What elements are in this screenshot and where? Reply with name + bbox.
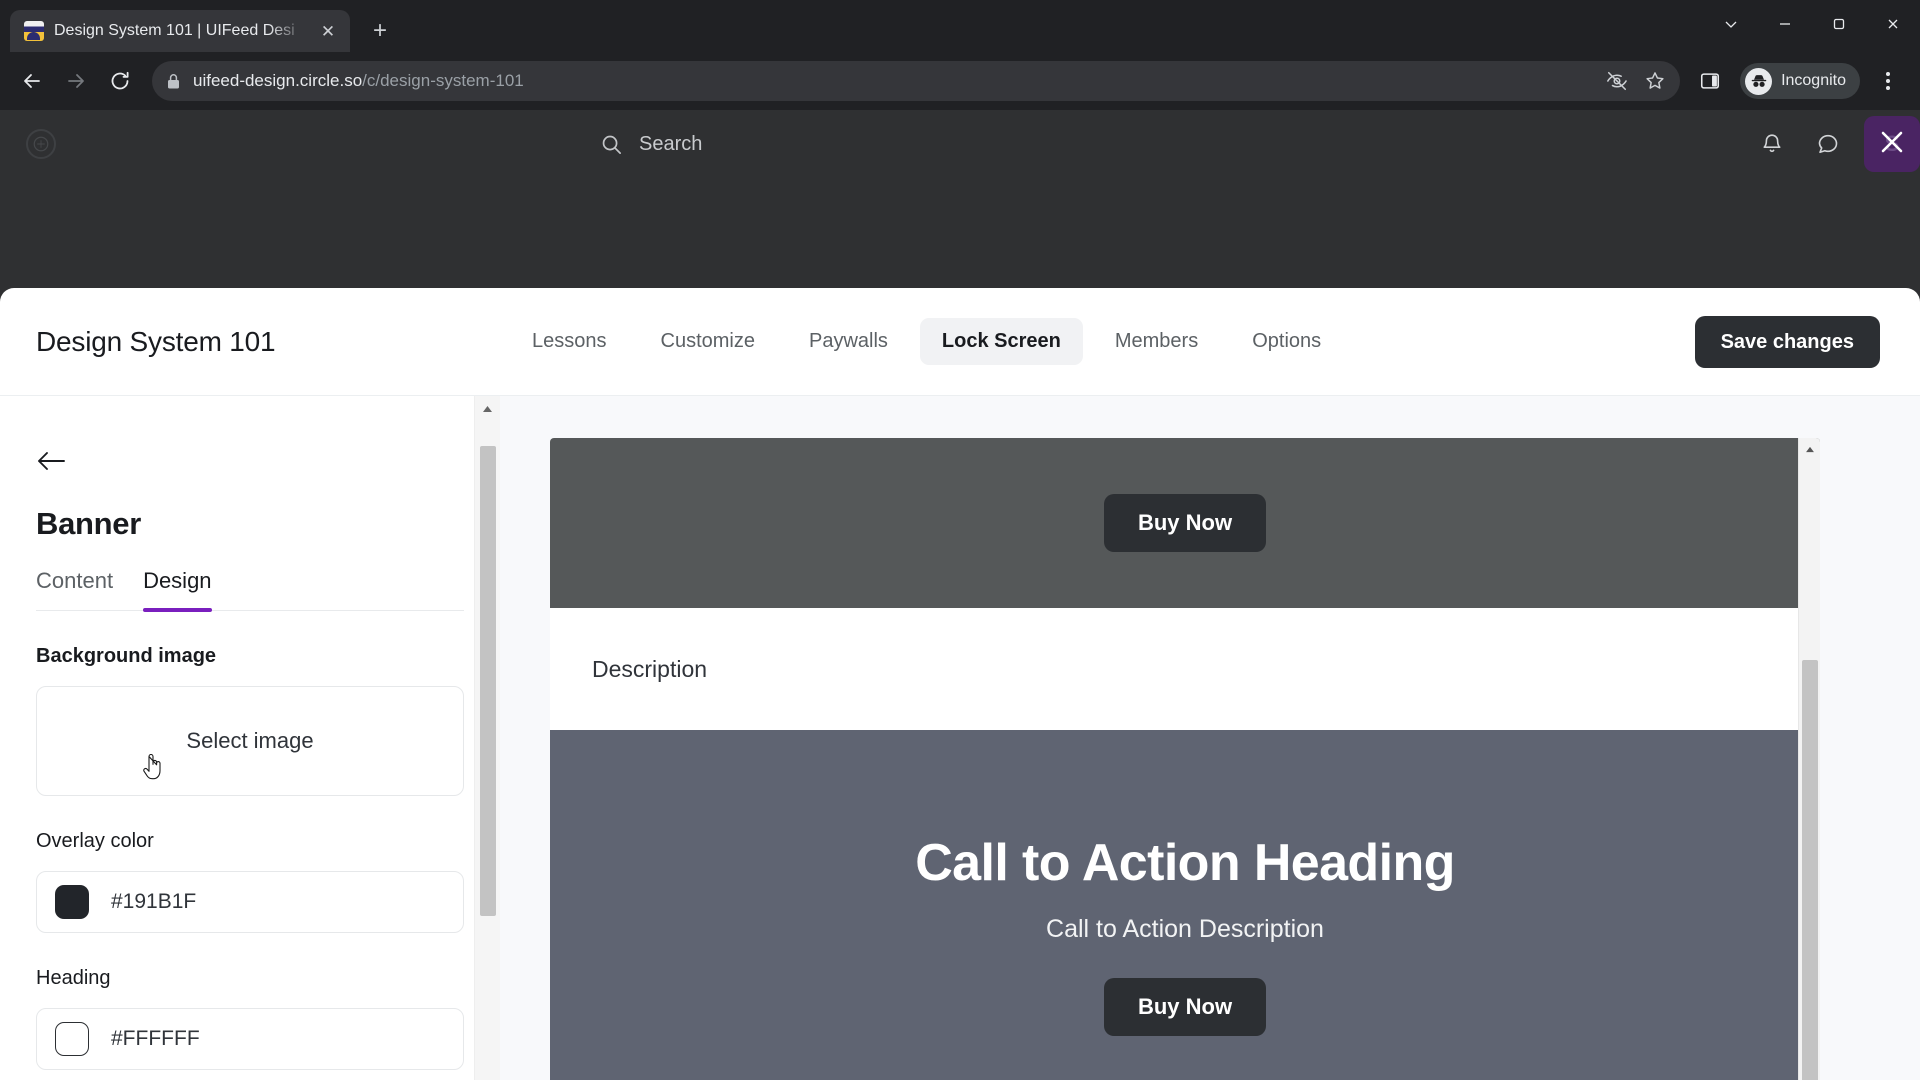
incognito-hat-icon: [1745, 67, 1773, 95]
banner-editor-panel: Banner Content Design Background image S…: [0, 396, 500, 1080]
back-arrow-icon[interactable]: [12, 61, 52, 101]
editor-scroll-thumb[interactable]: [479, 446, 496, 916]
profile-label: Incognito: [1781, 72, 1846, 89]
editor-tabs: Content Design: [36, 568, 464, 612]
forward-arrow-icon: [56, 61, 96, 101]
close-tab-icon[interactable]: ✕: [316, 19, 340, 43]
lock-icon: [166, 73, 181, 90]
preview-cta-buy-button[interactable]: Buy Now: [1103, 977, 1267, 1036]
preview-cta-heading: Call to Action Heading: [915, 833, 1455, 892]
save-changes-button[interactable]: Save changes: [1694, 315, 1880, 368]
omnibox-actions: [1606, 70, 1666, 92]
heading-color-label: Heading: [36, 967, 111, 989]
side-panel-icon[interactable]: [1690, 61, 1730, 101]
chevron-down-icon[interactable]: [1704, 0, 1758, 48]
preview-banner-band: Buy Now: [550, 438, 1820, 608]
select-image-button[interactable]: Select image: [36, 686, 464, 796]
tab-members[interactable]: Members: [1093, 318, 1220, 365]
browser-window: Design System 101 | UIFeed Desi ✕ + uife…: [0, 0, 1920, 1080]
tab-options[interactable]: Options: [1230, 318, 1343, 365]
tab-paywalls[interactable]: Paywalls: [787, 318, 910, 365]
back-arrow-icon[interactable]: [36, 444, 70, 478]
url-domain: uifeed-design.circle.so: [193, 71, 363, 90]
editor-tab-design[interactable]: Design: [143, 568, 213, 612]
preview-banner-buy-button[interactable]: Buy Now: [1103, 494, 1267, 552]
circle-community-logo-icon[interactable]: [26, 129, 56, 159]
heading-color-value: #FFFFFF: [111, 1027, 200, 1050]
page-title: Design System 101: [36, 325, 276, 357]
browser-tab[interactable]: Design System 101 | UIFeed Desi ✕: [10, 10, 350, 52]
minimize-icon[interactable]: [1758, 0, 1812, 48]
third-party-cookie-blocked-icon[interactable]: [1606, 70, 1628, 92]
three-dot-menu-icon[interactable]: [1868, 61, 1908, 101]
community-header: Search S: [0, 110, 1920, 178]
browser-toolbar: uifeed-design.circle.so/c/design-system-…: [0, 52, 1920, 110]
maximize-icon[interactable]: [1812, 0, 1866, 48]
background-image-label: Background image: [36, 645, 217, 667]
editor-tab-content[interactable]: Content: [36, 568, 113, 610]
url-text: uifeed-design.circle.so/c/design-system-…: [193, 71, 524, 91]
overlay-color-swatch[interactable]: [55, 885, 89, 919]
preview-cta-band: Call to Action Heading Call to Action De…: [550, 730, 1820, 1080]
editor-scroll-track[interactable]: [475, 422, 501, 1080]
course-header: Design System 101 Lessons Customize Payw…: [0, 288, 1920, 396]
preview-description-section: Description: [550, 608, 1820, 730]
search-placeholder: Search: [639, 132, 703, 155]
lock-screen-preview: Buy Now Description Call to Action Headi…: [500, 396, 1920, 1080]
tab-title: Design System 101 | UIFeed Desi: [54, 22, 295, 39]
site-favicon: [24, 21, 44, 41]
overlay-color-label: Overlay color: [36, 830, 154, 852]
overlay-color-field[interactable]: #191B1F: [36, 871, 464, 933]
preview-cta-description: Call to Action Description: [1046, 914, 1324, 943]
tab-customize[interactable]: Customize: [639, 318, 777, 365]
sheet-body: Banner Content Design Background image S…: [0, 396, 1920, 1080]
page-viewport: Search S Design System 101 Lessons Custo…: [0, 110, 1920, 1080]
tab-lock-screen[interactable]: Lock Screen: [919, 318, 1083, 365]
tab-lessons[interactable]: Lessons: [510, 318, 629, 365]
search-icon: [600, 133, 623, 156]
close-icon[interactable]: [1866, 0, 1920, 48]
close-x-icon[interactable]: [1876, 126, 1908, 163]
course-tabs: Lessons Customize Paywalls Lock Screen M…: [510, 318, 1343, 365]
scroll-up-arrow-icon[interactable]: [475, 396, 501, 422]
preview-scroll-thumb[interactable]: [1801, 660, 1818, 1080]
bell-icon[interactable]: [1752, 124, 1792, 164]
heading-color-swatch[interactable]: [55, 1022, 89, 1056]
url-path: /c/design-system-101: [362, 71, 524, 90]
profile-chip[interactable]: Incognito: [1740, 63, 1860, 99]
preview-description-text: Description: [592, 655, 708, 682]
address-bar[interactable]: uifeed-design.circle.so/c/design-system-…: [152, 61, 1681, 101]
preview-card: Buy Now Description Call to Action Headi…: [550, 438, 1820, 1080]
preview-scrollbar[interactable]: [1798, 438, 1820, 1080]
course-settings-sheet: Design System 101 Lessons Customize Payw…: [0, 288, 1920, 1080]
scroll-up-arrow-icon[interactable]: [1799, 438, 1821, 460]
editor-scrollbar[interactable]: [474, 396, 500, 1080]
new-tab-button[interactable]: +: [362, 13, 398, 49]
search-input[interactable]: Search: [600, 110, 702, 178]
user-avatar[interactable]: S: [1864, 116, 1920, 172]
overlay-color-value: #191B1F: [111, 890, 197, 913]
tab-strip: Design System 101 | UIFeed Desi ✕ +: [0, 0, 1920, 52]
star-icon[interactable]: [1644, 70, 1666, 92]
heading-color-field[interactable]: #FFFFFF: [36, 1008, 464, 1070]
window-controls: [1704, 0, 1920, 48]
chat-bubble-icon[interactable]: [1808, 124, 1848, 164]
reload-icon[interactable]: [100, 61, 140, 101]
editor-title: Banner: [36, 506, 142, 541]
community-header-actions: S: [1752, 116, 1920, 172]
preview-scroll-track[interactable]: [1799, 460, 1821, 1080]
